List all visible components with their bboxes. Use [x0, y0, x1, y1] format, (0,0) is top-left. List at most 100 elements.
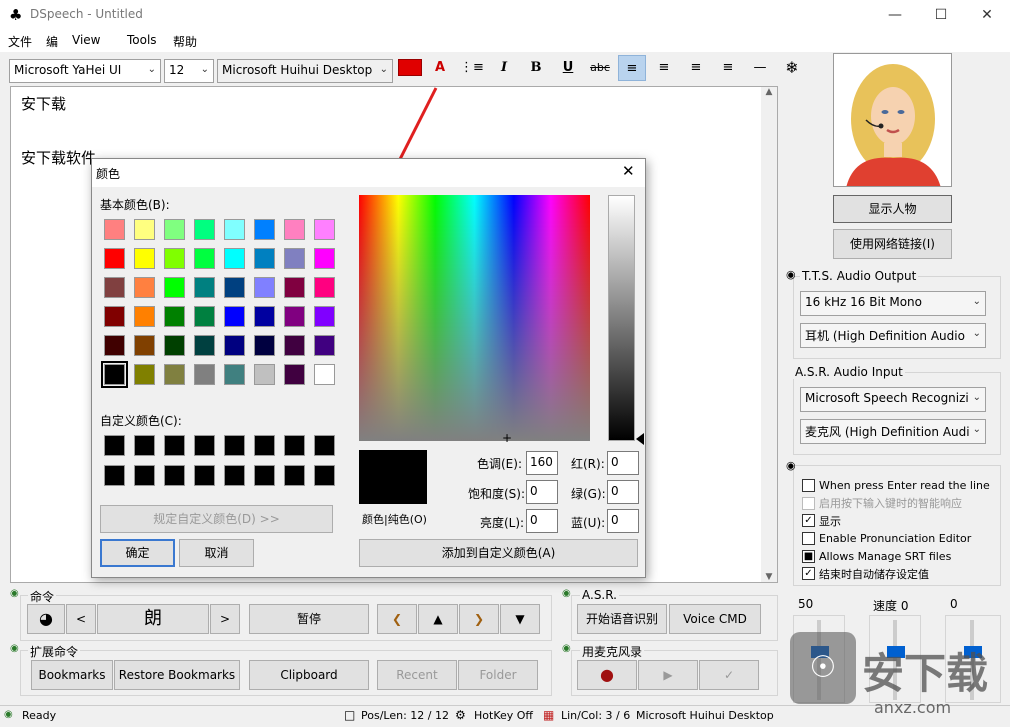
bold-icon[interactable]: B	[522, 55, 550, 81]
custom-color-swatch[interactable]	[194, 465, 215, 486]
record-icon[interactable]: ◕	[27, 604, 65, 634]
play-icon[interactable]: ▶	[638, 660, 698, 690]
asr-device-select[interactable]: 麦克风 (High Definition Audi ⌄	[800, 419, 986, 444]
basic-color-swatch[interactable]	[224, 248, 245, 269]
basic-color-swatch[interactable]	[224, 219, 245, 240]
basic-color-swatch[interactable]	[104, 277, 125, 298]
green-field[interactable]: 0	[607, 480, 639, 504]
flag-icon[interactable]	[398, 59, 422, 76]
arrow-up-icon[interactable]: ▲	[418, 604, 458, 634]
basic-color-swatch[interactable]	[284, 364, 305, 385]
chevron-up-icon[interactable]: ▲	[761, 87, 777, 97]
option-enter-read[interactable]: When press Enter read the line	[802, 477, 998, 495]
size-select[interactable]: 12 ⌄	[164, 59, 214, 83]
arrow-down-icon[interactable]: ▼	[500, 604, 540, 634]
add-to-custom-button[interactable]: 添加到自定义颜色(A)	[359, 539, 638, 567]
basic-color-swatch[interactable]	[134, 277, 155, 298]
custom-color-swatch[interactable]	[224, 465, 245, 486]
basic-color-swatch[interactable]	[194, 248, 215, 269]
basic-color-swatch[interactable]	[164, 364, 185, 385]
basic-color-swatch[interactable]	[194, 277, 215, 298]
next-icon[interactable]: >	[210, 604, 240, 634]
custom-color-swatch[interactable]	[104, 435, 125, 456]
basic-color-swatch[interactable]	[224, 277, 245, 298]
folder-button[interactable]: Folder	[458, 660, 538, 690]
basic-color-swatch[interactable]	[104, 219, 125, 240]
use-web-link-button[interactable]: 使用网络链接(I)	[833, 229, 952, 259]
maximize-button[interactable]: ☐	[918, 0, 964, 30]
basic-color-swatch[interactable]	[194, 306, 215, 327]
hue-field[interactable]: 160	[526, 451, 558, 475]
show-avatar-button[interactable]: 显示人物	[833, 195, 952, 223]
luminance-pointer-icon[interactable]	[636, 433, 644, 445]
basic-color-swatch[interactable]	[134, 248, 155, 269]
menu-edit[interactable]: 编	[46, 33, 58, 50]
bookmarks-button[interactable]: Bookmarks	[31, 660, 113, 690]
font-select[interactable]: Microsoft YaHei UI ⌄	[9, 59, 161, 83]
arrow-right-icon[interactable]: ❯	[459, 604, 499, 634]
option-srt-files[interactable]: ■ Allows Manage SRT files	[802, 547, 998, 565]
align-left-icon[interactable]: ≡	[618, 55, 646, 81]
checkbox[interactable]	[802, 496, 815, 510]
menu-file[interactable]: 文件	[8, 33, 32, 50]
italic-icon[interactable]: I	[490, 55, 518, 81]
basic-color-swatch[interactable]	[254, 248, 275, 269]
red-field[interactable]: 0	[607, 451, 639, 475]
basic-color-swatch[interactable]	[314, 306, 335, 327]
custom-color-swatch[interactable]	[254, 435, 275, 456]
restore-bookmarks-button[interactable]: Restore Bookmarks	[114, 660, 240, 690]
basic-color-swatch[interactable]	[284, 306, 305, 327]
basic-color-swatch[interactable]	[164, 277, 185, 298]
basic-color-swatch[interactable]	[134, 219, 155, 240]
close-button[interactable]: ✕	[964, 0, 1010, 30]
basic-color-swatch[interactable]	[314, 219, 335, 240]
basic-color-swatch[interactable]	[104, 335, 125, 356]
luminance-field[interactable]: 0	[526, 509, 558, 533]
basic-color-swatch[interactable]	[134, 306, 155, 327]
basic-color-swatch[interactable]	[254, 219, 275, 240]
custom-color-swatch[interactable]	[284, 465, 305, 486]
luminance-bar[interactable]	[608, 195, 635, 441]
custom-color-swatch[interactable]	[104, 465, 125, 486]
basic-color-swatch[interactable]	[134, 335, 155, 356]
checkbox[interactable]: ■	[802, 549, 815, 563]
basic-color-swatch[interactable]	[104, 306, 125, 327]
clipboard-button[interactable]: Clipboard	[249, 660, 369, 690]
basic-color-swatch[interactable]	[224, 306, 245, 327]
record-dot-icon[interactable]: ●	[577, 660, 637, 690]
define-custom-colors-button[interactable]: 规定自定义颜色(D) >>	[100, 505, 333, 533]
read-button[interactable]: 朗	[97, 604, 209, 634]
align-justify-icon[interactable]: ≡	[714, 55, 742, 81]
align-center-icon[interactable]: ≡	[650, 55, 678, 81]
arrow-left-icon[interactable]: ❮	[377, 604, 417, 634]
start-asr-button[interactable]: 开始语音识别	[577, 604, 667, 634]
basic-color-swatch[interactable]	[224, 335, 245, 356]
basic-color-swatch[interactable]	[104, 248, 125, 269]
basic-color-swatch[interactable]	[254, 306, 275, 327]
line-spacing-icon[interactable]: —	[746, 55, 774, 81]
basic-color-swatch[interactable]	[314, 364, 335, 385]
basic-color-swatch[interactable]	[284, 248, 305, 269]
basic-color-swatch[interactable]	[284, 219, 305, 240]
previous-icon[interactable]: <	[66, 604, 96, 634]
asr-engine-select[interactable]: Microsoft Speech Recognizi ⌄	[800, 387, 986, 412]
strikethrough-icon[interactable]: abc	[586, 55, 614, 81]
option-pronunciation-editor[interactable]: Enable Pronunciation Editor	[802, 530, 998, 548]
basic-color-swatch[interactable]	[314, 248, 335, 269]
custom-color-swatch[interactable]	[134, 435, 155, 456]
minimize-button[interactable]: —	[872, 0, 918, 30]
color-spectrum[interactable]: +	[359, 195, 590, 445]
basic-color-swatch[interactable]	[134, 364, 155, 385]
checkbox[interactable]: ✓	[802, 567, 815, 581]
menu-help[interactable]: 帮助	[173, 33, 197, 50]
basic-color-swatch[interactable]	[314, 335, 335, 356]
saturation-field[interactable]: 0	[526, 480, 558, 504]
tts-format-select[interactable]: 16 kHz 16 Bit Mono ⌄	[800, 291, 986, 316]
basic-color-swatch[interactable]	[254, 277, 275, 298]
basic-color-swatch[interactable]	[164, 335, 185, 356]
editor-scrollbar[interactable]: ▲ ▼	[761, 87, 777, 582]
check-icon[interactable]: ✓	[699, 660, 759, 690]
align-right-icon[interactable]: ≡	[682, 55, 710, 81]
custom-color-swatch[interactable]	[164, 465, 185, 486]
voice-cmd-button[interactable]: Voice CMD	[669, 604, 761, 634]
